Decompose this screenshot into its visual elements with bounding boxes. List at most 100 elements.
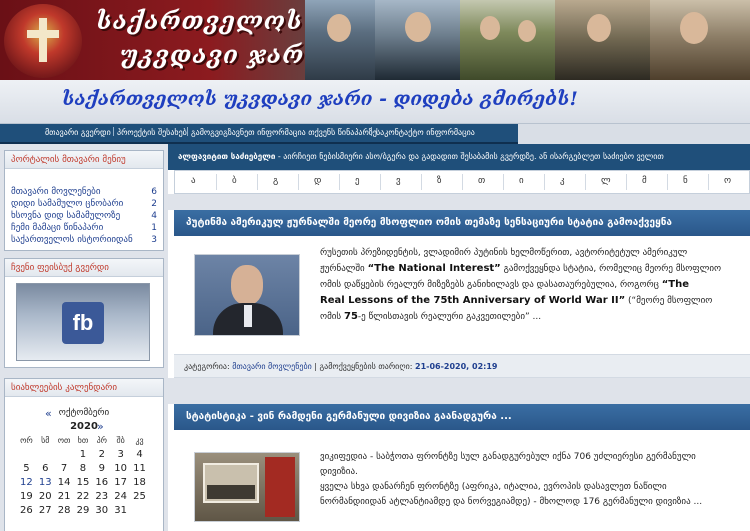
calendar-weekday: ოთ [57, 435, 71, 445]
nav-separator: | [186, 127, 190, 137]
calendar-weekday: კვ [135, 435, 144, 445]
article-thumbnail[interactable] [194, 452, 300, 522]
alphabet-letter-link[interactable]: ნ [683, 176, 688, 186]
calendar-day: 23 [95, 490, 109, 502]
facebook-icon: fb [62, 302, 104, 344]
calendar-day: 24 [114, 490, 127, 502]
sidebar-item-label: ჩემი მამაცი წინაპარი [11, 223, 104, 233]
article-meta: კატეგორია: მთავარი მოვლენები | გამოქვეყნ… [174, 354, 750, 378]
calendar-day: 1 [79, 448, 87, 460]
nav-separator: | [370, 127, 374, 137]
facebook-box-title: ჩვენი ფეისბუქ გვერდი [5, 259, 163, 277]
calendar-month: ოქტომბერი [58, 408, 110, 418]
slogan-text: საქართველოს უკვდავი ჯარი - დიდება გმირებ… [62, 88, 578, 110]
alphabet-separator [667, 174, 668, 190]
calendar-day: 29 [76, 504, 90, 516]
banner-photo [650, 0, 750, 80]
calendar-day [36, 447, 55, 461]
alphabet-index-bar: ალფავიტით საძიებელი - აირჩიეთ ნებისმიერი… [168, 144, 750, 170]
alphabet-separator [462, 174, 463, 190]
calendar-day[interactable]: 12 [17, 475, 36, 489]
site-banner[interactable]: საქართველოს უკვდავი ჯარი [0, 0, 750, 80]
nav-link-home[interactable]: მთავარი გვერდი [45, 128, 111, 137]
facebook-page-thumbnail[interactable]: fb [16, 283, 150, 361]
calendar-day: 19 [20, 490, 33, 502]
sidebar-item-count: 1 [151, 223, 157, 233]
alphabet-letter-link[interactable]: ე [355, 176, 360, 186]
sidebar-item-count: 6 [151, 187, 157, 197]
calendar-year: 2020 [70, 421, 98, 432]
site-title-line-2: უკვდავი ჯარი [120, 40, 321, 69]
alphabet-letter-link[interactable]: ზ [437, 176, 442, 186]
sidebar-item-main-events[interactable]: მთავარი მოვლენები 6 [5, 186, 163, 198]
calendar-prev-link[interactable]: « [45, 407, 52, 420]
calendar-day: 22 [76, 490, 90, 502]
site-title-line-1: საქართველოს [96, 6, 303, 35]
spacer [168, 194, 750, 210]
article-excerpt: ვიკიფედია - საბჭოთა ფრონტზე სულ განადგურ… [320, 452, 703, 507]
article-title[interactable]: სტატისტიკა - ვინ რამდენი გერმანული დივიზ… [174, 404, 750, 430]
calendar-next-link[interactable]: » [97, 420, 104, 433]
calendar-day: 11 [133, 462, 146, 474]
alphabet-letter-link[interactable]: ო [724, 176, 731, 186]
alphabet-separator [544, 174, 545, 190]
alphabet-letter-link[interactable]: გ [273, 176, 278, 186]
calendar-day: 31 [114, 504, 127, 516]
sidebar-item-memory[interactable]: ხსოვნა დიდ სამამულოზე 4 [5, 210, 163, 222]
calendar-weekday: ორ [20, 435, 33, 445]
calendar-box: სიახლეების კალენდარი « ოქტომბერი 2020 » … [4, 378, 164, 531]
alphabet-letter-link[interactable]: ვ [396, 176, 401, 186]
article-thumbnail[interactable] [194, 254, 300, 336]
calendar-day: 20 [38, 490, 52, 502]
sidebar-item-count: 3 [151, 235, 157, 245]
alphabet-letter-link[interactable]: ბ [232, 176, 237, 186]
alphabet-letter-link[interactable]: თ [478, 176, 485, 186]
sidebar: პორტალის მთავარი მენიუ მთავარი მოვლენები… [0, 144, 168, 531]
alphabet-letter-link[interactable]: დ [314, 176, 321, 186]
calendar-day: 15 [76, 476, 90, 488]
sidebar-item-history[interactable]: საქართველოს ისტორიიდან 3 [5, 234, 163, 246]
calendar-day: 28 [57, 504, 71, 516]
sidebar-item-label: ხსოვნა დიდ სამამულოზე [11, 211, 121, 221]
main-menu-title: პორტალის მთავარი მენიუ [5, 151, 163, 169]
banner-photo [460, 0, 555, 80]
calendar-weekday: ხთ [77, 435, 89, 445]
calendar-day: 6 [42, 462, 49, 474]
alphabet-letter-link[interactable]: ა [191, 176, 196, 186]
calendar-day: 18 [133, 476, 146, 488]
sidebar-item-label: საქართველოს ისტორიიდან [11, 235, 133, 245]
banner-photo [375, 0, 460, 80]
article-category-link[interactable]: მთავარი მოვლენები [232, 362, 312, 371]
article-excerpt: რუსეთის პრეზიდენტის, ვლადიმირ პუტინის ხე… [320, 248, 722, 322]
nav-link-submit-ancestor[interactable]: გამოგვიგზავნეთ ინფორმაცია თქვენს წინაპარ… [191, 128, 377, 137]
calendar-grid: ორ სმ ოთ ხთ პრ შბ კვ 1 2 3 4 5 6 7 8 9 10 11 12 13 14 15 16 17 1… [17, 433, 149, 517]
slogan-bar: საქართველოს უკვდავი ჯარი - დიდება გმირებ… [0, 80, 750, 124]
top-right-strip [518, 124, 750, 144]
alphabet-letter-link[interactable]: კ [560, 176, 565, 186]
alphabet-letter-link[interactable]: ლ [601, 176, 611, 186]
article-date: 21-06-2020, 02:19 [415, 362, 498, 371]
calendar-weekday: შბ [116, 435, 125, 445]
alphabet-separator [626, 174, 627, 190]
sidebar-item-label: მთავარი მოვლენები [11, 187, 101, 197]
alphabet-letter-link[interactable]: მ [642, 176, 647, 186]
alphabet-separator [421, 174, 422, 190]
calendar-day: 8 [79, 462, 87, 474]
sidebar-item-count: 2 [151, 199, 157, 209]
alphabet-letter-link[interactable]: ი [519, 176, 524, 186]
alphabet-separator [708, 174, 709, 190]
nav-separator: | [112, 127, 116, 137]
alphabet-separator [257, 174, 258, 190]
banner-photo [555, 0, 650, 80]
sidebar-item-reference[interactable]: დიდი სამამულო ცნობარი 2 [5, 198, 163, 210]
nav-link-about[interactable]: პროექტის შესახებ [117, 128, 187, 137]
spacer [168, 378, 750, 404]
calendar-day[interactable]: 13 [36, 475, 55, 489]
calendar-day: 27 [38, 504, 52, 516]
saint-george-emblem-icon [4, 4, 82, 78]
calendar-month-row: « ოქტომბერი [5, 407, 163, 420]
calendar-day: 17 [114, 476, 127, 488]
article-title[interactable]: პუტინმა ამერიკულ ჟურნალში მეორე მსოფლიო … [174, 210, 750, 236]
sidebar-item-ancestor[interactable]: ჩემი მამაცი წინაპარი 1 [5, 222, 163, 234]
nav-link-contact[interactable]: საკონტაქტო ინფორმაცია [376, 128, 475, 137]
